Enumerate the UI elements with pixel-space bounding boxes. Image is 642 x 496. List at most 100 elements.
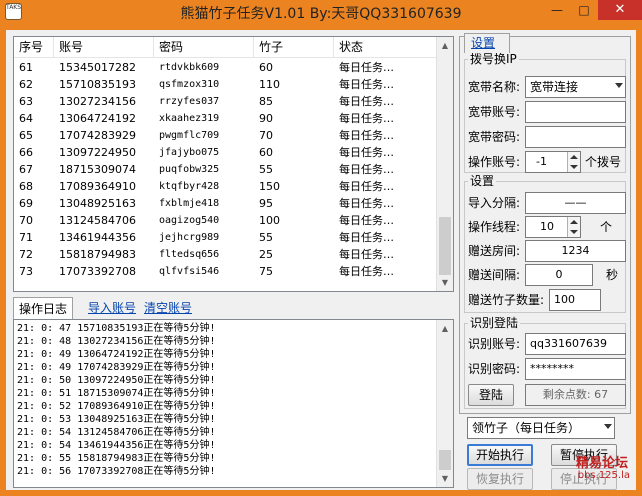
op-account-label: 操作账号:	[468, 155, 521, 169]
log-area[interactable]: 21: 0: 47 15710835193正在等待5分钟! 21: 0: 48 1…	[13, 319, 454, 488]
table-cell: 60	[259, 146, 273, 159]
log-line: 21: 0: 49 17074283929正在等待5分钟!	[17, 362, 216, 373]
table-row[interactable]: 65 17074283929 pwgmflc709 70 每日任务…	[14, 127, 438, 144]
account-list[interactable]: 序号 账号 密码 竹子 状态 61 15345017282 rtdvkbk609 60…	[13, 36, 454, 292]
op-account-spinner[interactable]	[567, 152, 580, 172]
table-row[interactable]: 67 18715309074 puqfobw325 55 每日任务…	[14, 161, 438, 178]
op-account-input[interactable]: -1	[525, 151, 581, 173]
col-header-status[interactable]: 状态	[334, 37, 438, 58]
start-button[interactable]: 开始执行	[467, 444, 533, 466]
table-row[interactable]: 64 13064724192 xkaahez319 90 每日任务…	[14, 110, 438, 127]
import-separator-input[interactable]: ——	[525, 192, 626, 214]
log-line: 21: 0: 55 15818794983正在等待5分钟!	[17, 453, 216, 464]
import-accounts-link[interactable]: 导入账号	[83, 297, 141, 319]
table-cell: 55	[259, 163, 273, 176]
broadband-account-input[interactable]	[525, 101, 626, 123]
threads-value: 10	[540, 220, 554, 233]
table-cell: 18715309074	[59, 163, 136, 176]
log-scroll-up-arrow-icon[interactable]: ▲	[437, 320, 453, 337]
clear-accounts-link[interactable]: 清空账号	[139, 297, 197, 319]
table-cell: 67	[19, 163, 33, 176]
scroll-thumb[interactable]	[439, 217, 451, 275]
table-row[interactable]: 73 17073392708 qlfvfsi546 75 每日任务…	[14, 263, 438, 280]
broadband-name-value: 宽带连接	[530, 80, 579, 94]
table-cell: 68	[19, 180, 33, 193]
table-cell: 60	[259, 61, 273, 74]
table-cell: 每日任务…	[339, 180, 394, 193]
table-row[interactable]: 68 17089364910 ktqfbyr428 150 每日任务…	[14, 178, 438, 195]
client-area: 序号 账号 密码 竹子 状态 61 15345017282 rtdvkbk609 60…	[6, 30, 636, 490]
login-button[interactable]: 登陆	[468, 384, 514, 406]
threads-input[interactable]: 10	[525, 216, 581, 238]
resume-button[interactable]: 恢复执行	[467, 468, 533, 490]
table-cell: 每日任务…	[339, 112, 394, 125]
table-row[interactable]: 72 15818794983 fltedsq656 25 每日任务…	[14, 246, 438, 263]
log-line: 21: 0: 50 13097224950正在等待5分钟!	[17, 375, 216, 386]
table-row[interactable]: 63 13027234156 rrzyfes037 85 每日任务…	[14, 93, 438, 110]
log-scroll-thumb[interactable]	[439, 450, 451, 470]
gift-room-label: 赠送房间:	[468, 244, 521, 258]
list-header: 序号 账号 密码 竹子 状态	[14, 37, 438, 58]
captcha-account-input[interactable]: qq331607639	[525, 333, 626, 355]
scroll-down-arrow-icon[interactable]: ▼	[437, 274, 453, 291]
table-cell: 每日任务…	[339, 146, 394, 159]
table-cell: fxblmje418	[159, 198, 220, 209]
col-header-bamboo[interactable]: 竹子	[254, 37, 334, 58]
title-bar: TAKS 熊猫竹子任务V1.01 By:天哥QQ331607639 — □ ✕	[0, 0, 642, 24]
table-row[interactable]: 70 13124584706 oagizog540 100 每日任务…	[14, 212, 438, 229]
tab-operation-log[interactable]: 操作日志	[13, 297, 74, 319]
import-separator-label: 导入分隔:	[468, 196, 521, 210]
table-cell: 15710835193	[59, 78, 136, 91]
gift-count-input[interactable]: 100	[549, 289, 601, 311]
table-cell: qsfmzox310	[159, 79, 220, 90]
list-scrollbar[interactable]: ▲ ▼	[436, 37, 453, 291]
table-cell: 55	[259, 231, 273, 244]
threads-spinner[interactable]	[567, 217, 580, 237]
task-select-value: 领竹子（每日任务）	[472, 421, 581, 435]
table-row[interactable]: 69 13048925163 fxblmje418 95 每日任务…	[14, 195, 438, 212]
gift-room-input[interactable]: 1234	[525, 240, 626, 262]
table-row[interactable]: 61 15345017282 rtdvkbk609 60 每日任务…	[14, 59, 438, 76]
table-cell: 每日任务…	[339, 61, 394, 74]
tab-settings[interactable]: 设置	[464, 33, 510, 53]
table-cell: 100	[259, 214, 280, 227]
table-cell: 15818794983	[59, 248, 136, 261]
table-cell: 110	[259, 78, 280, 91]
scroll-up-arrow-icon[interactable]: ▲	[437, 37, 453, 54]
broadband-password-label: 宽带密码:	[468, 130, 521, 144]
captcha-group-title: 识别登陆	[468, 316, 521, 330]
broadband-password-input[interactable]	[525, 126, 626, 148]
broadband-name-select[interactable]: 宽带连接	[525, 76, 626, 98]
log-scrollbar[interactable]: ▲ ▼	[436, 320, 453, 487]
table-cell: 13097224950	[59, 146, 136, 159]
task-select[interactable]: 领竹子（每日任务）	[467, 417, 615, 439]
gift-count-label: 赠送竹子数量:	[468, 293, 545, 307]
gift-interval-input[interactable]: 0	[525, 264, 593, 286]
chevron-down-icon	[615, 83, 623, 88]
table-row[interactable]: 62 15710835193 qsfmzox310 110 每日任务…	[14, 76, 438, 93]
table-cell: 95	[259, 197, 273, 210]
table-cell: pwgmflc709	[159, 130, 220, 141]
minimize-button[interactable]: —	[544, 0, 570, 20]
log-line: 21: 0: 53 13048925163正在等待5分钟!	[17, 414, 216, 425]
table-cell: 64	[19, 112, 33, 125]
captcha-password-input[interactable]: ********	[525, 358, 626, 380]
table-cell: 69	[19, 197, 33, 210]
forum-watermark: 精易论坛 bbs.125.la	[562, 452, 632, 486]
watermark-line2: bbs.125.la	[577, 470, 630, 481]
maximize-button[interactable]: □	[571, 0, 597, 20]
col-header-password[interactable]: 密码	[154, 37, 254, 58]
table-row[interactable]: 66 13097224950 jfajybo075 60 每日任务…	[14, 144, 438, 161]
settings-group-title: 设置	[468, 174, 497, 188]
captcha-account-label: 识别账号:	[468, 337, 521, 351]
col-header-account[interactable]: 账号	[54, 37, 154, 58]
close-button[interactable]: ✕	[598, 0, 642, 20]
table-row[interactable]: 71 13461944356 jejhcrg989 55 每日任务…	[14, 229, 438, 246]
table-cell: puqfobw325	[159, 164, 220, 175]
op-account-suffix: 个拨号	[585, 155, 622, 169]
col-header-index[interactable]: 序号	[14, 37, 54, 58]
captcha-password-label: 识别密码:	[468, 362, 521, 376]
log-scroll-down-arrow-icon[interactable]: ▼	[437, 470, 453, 487]
table-cell: 每日任务…	[339, 265, 394, 278]
table-cell: 15345017282	[59, 61, 136, 74]
